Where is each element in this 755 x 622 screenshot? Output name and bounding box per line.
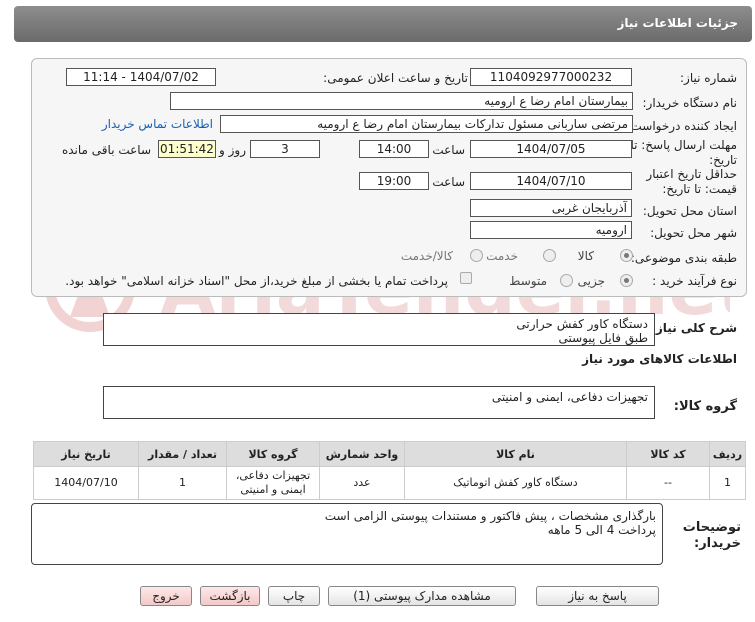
requester-field: مرتضی ساربانی مسئول تدارکات بیمارستان ام… [220,115,633,133]
category-radio-goods[interactable] [620,249,633,262]
buyer-notes-label: توضیحات خریدار: [683,520,741,552]
reply-button[interactable]: پاسخ به نیاز [536,586,659,606]
page-title: جزئیات اطلاعات نیاز [617,16,738,30]
process-label: نوع فرآیند خرید : [652,274,737,288]
cell-qty: 1 [138,466,227,500]
category-radio-service[interactable] [543,249,556,262]
cell-name: دستگاه کاور کفش اتوماتیک [404,466,627,500]
back-button[interactable]: بازگشت [200,586,260,606]
days-label: روز و [219,143,246,157]
deadline-label: مهلت ارسال پاسخ: تا تاریخ: [630,138,737,167]
remaining-label: ساعت باقی مانده [61,143,151,157]
buyer-notes-label-line-2: خریدار: [694,536,741,551]
col-qty: تعداد / مقدار [138,441,227,467]
category-radio-goods-service[interactable] [470,249,483,262]
city-field: ارومیه [470,221,632,239]
cell-row: 1 [709,466,746,500]
buyer-notes-line-2: پرداخت 4 الی 5 ماهه [547,523,656,537]
col-code: کد کالا [626,441,710,467]
col-unit: واحد شمارش [319,441,405,467]
validity-label: حداقل تاریخ اعتبار قیمت: تا تاریخ: [646,167,737,196]
buyer-field: بیمارستان امام رضا ع ارومیه [170,92,633,110]
goods-group-textarea: تجهیزات دفاعی، ایمنی و امنیتی [103,386,655,419]
goods-info-title: اطلاعات کالاهای مورد نیاز [582,352,737,366]
need-number-field: 1104092977000232 [470,68,632,86]
cell-group-line-1: تجهیزات دفاعی، [235,469,311,482]
process-radio-minor[interactable] [620,274,633,287]
cell-date: 1404/07/10 [33,466,139,500]
city-label: شهر محل تحویل: [650,226,737,240]
validity-time-field: 19:00 [359,172,429,190]
contact-info-link[interactable]: اطلاعات تماس خریدار [102,117,213,131]
treasury-checkbox[interactable] [460,272,472,284]
deadline-time-label: ساعت [432,143,465,157]
process-option-minor: جزیی [577,274,605,288]
goods-group-value: تجهیزات دفاعی، ایمنی و امنیتی [491,390,648,404]
table-row: 1 -- دستگاه کاور کفش اتوماتیک عدد تجهیزا… [33,466,746,500]
cell-unit: عدد [319,466,405,500]
items-table: ردیف کد کالا نام کالا واحد شمارش گروه کا… [33,441,746,500]
col-date: تاریخ نیاز [33,441,139,467]
col-group: گروه کالا [226,441,320,467]
buyer-notes-textarea: بارگذاری مشخصات ، پیش فاکتور و مستندات پ… [31,503,663,565]
deadline-time-field: 14:00 [359,140,429,158]
col-row: ردیف [709,441,746,467]
col-name: نام کالا [404,441,627,467]
process-option-medium: متوسط [509,274,547,288]
print-button[interactable]: چاپ [268,586,320,606]
view-attachments-button[interactable]: مشاهده مدارک پیوستی (1) [328,586,516,606]
exit-button[interactable]: خروج [140,586,192,606]
category-option-service: خدمت [486,249,518,263]
category-option-goods-service: کالا/خدمت [400,249,453,263]
category-label: طبقه بندی موضوعی: [630,251,737,265]
validity-date-field: 1404/07/10 [470,172,632,190]
summary-line-1: دستگاه کاور کفش حرارتی [516,317,648,331]
buyer-notes-line-1: بارگذاری مشخصات ، پیش فاکتور و مستندات پ… [324,509,656,523]
requester-label: ایجاد کننده درخواست: [626,119,737,133]
deadline-date-field: 1404/07/05 [470,140,632,158]
page-header: جزئیات اطلاعات نیاز [14,6,752,42]
days-field: 3 [250,140,320,158]
summary-line-2: طبق فایل پیوستی [558,331,648,345]
announce-field: 1404/07/02 - 11:14 [66,68,216,86]
remaining-time-field: 01:51:42 [158,140,216,158]
province-label: استان محل تحویل: [642,204,737,218]
category-option-goods: کالا [577,249,594,263]
need-number-label: شماره نیاز: [680,71,737,85]
announce-label: تاریخ و ساعت اعلان عمومی: [323,71,468,85]
validity-time-label: ساعت [432,175,465,189]
buyer-notes-label-line-1: توضیحات [682,520,741,535]
summary-label: شرح کلی نیاز: [651,321,737,335]
goods-group-label: گروه کالا: [673,399,737,414]
summary-textarea: دستگاه کاور کفش حرارتی طبق فایل پیوستی [103,313,655,346]
table-header-row: ردیف کد کالا نام کالا واحد شمارش گروه کا… [33,441,746,467]
buyer-label: نام دستگاه خریدار: [642,96,738,110]
province-field: آذربایجان غربی [470,199,632,217]
cell-group: تجهیزات دفاعی، ایمنی و امنیتی [226,466,320,500]
cell-group-line-2: ایمنی و امنیتی [240,483,306,496]
payment-note: پرداخت تمام یا بخشی از مبلغ خرید،از محل … [65,274,448,288]
process-radio-medium[interactable] [560,274,573,287]
cell-code: -- [626,466,710,500]
